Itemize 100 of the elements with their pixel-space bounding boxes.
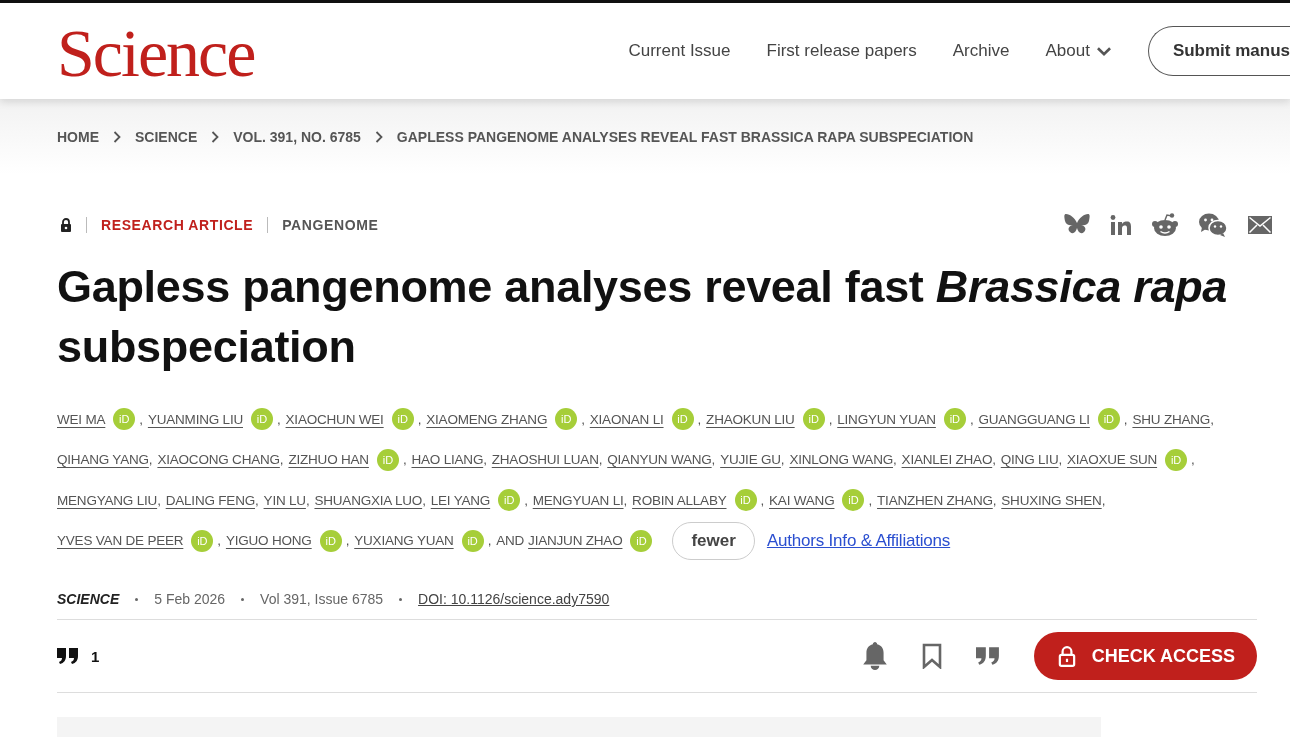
comma-text: , [1123,411,1128,427]
author-link[interactable]: YVES VAN DE PEER [57,533,184,549]
author-link[interactable]: YUANMING LIU [147,411,243,427]
author-link[interactable]: QIANYUN WANG [607,452,712,468]
comma-text: , [217,533,221,549]
chevron-right-icon [211,130,220,143]
butterfly-icon[interactable] [1064,214,1090,236]
author-link[interactable]: QIHANG YANG [57,452,149,468]
comma-text: , [1191,452,1195,468]
comma-text: , [1058,452,1062,468]
comma-text: , [417,411,422,427]
comma-text: , [139,411,143,427]
nav-link[interactable]: About [1045,41,1112,61]
comma-text: , [487,533,492,549]
comma-text: , [305,492,310,508]
journal-name: SCIENCE [57,591,120,607]
author-link[interactable]: LINGYUN YUAN [837,411,936,427]
author-link[interactable]: ROBIN ALLABY [632,492,727,508]
author-link[interactable]: MENGYANG LIU [57,492,158,508]
topic-link[interactable]: PANGENOME [282,217,379,233]
comma-text: , [581,411,585,427]
author-link[interactable]: XIAOCHUN WEI [285,411,384,427]
author-link[interactable]: XIAOMENG ZHANG [426,411,548,427]
comma-text: , [279,452,284,468]
reddit-icon[interactable] [1152,213,1178,237]
authors-info-link[interactable]: Authors Info & Affiliations [766,530,951,551]
author-link[interactable]: XIAOXUE SUN [1067,452,1158,468]
author-link[interactable]: LEI YANG [430,492,491,508]
chevron-down-icon [1095,45,1112,57]
breadcrumb-link[interactable]: VOL. 391, NO. 6785 [233,128,361,145]
author-link[interactable]: GUANGGUANG LI [978,411,1090,427]
author-link[interactable]: YIN LU [263,492,306,508]
comma-text: , [277,411,281,427]
comma-text: , [760,492,765,508]
author-link[interactable]: MENGYUAN LI [532,492,624,508]
comma-text: , [992,492,997,508]
article-type-link[interactable]: RESEARCH ARTICLE [101,217,254,233]
comma-text: , [402,452,407,468]
author-link[interactable]: TIANZHEN ZHANG [877,492,993,508]
author-link[interactable]: ZHAOKUN LIU [706,411,795,427]
chat-bubbles-icon[interactable] [1198,213,1228,237]
fewer-button[interactable]: fewer [672,521,755,560]
author-link[interactable]: DALING FENG [165,492,255,508]
author-link[interactable]: XIAOCONG CHANG [157,452,280,468]
author-link[interactable]: ZIZHUO HAN [288,452,369,468]
volume-issue-text: Vol 391, Issue 6785 [260,591,384,607]
author-link[interactable]: JIANJUN ZHAO [528,533,623,549]
author-link[interactable]: YIGUO HONG [225,533,312,549]
comma-text: , [780,452,785,468]
comma-text: , [1210,411,1214,427]
doi-link[interactable]: DOI: 10.1126/science.ady7590 [418,591,610,607]
author-link[interactable]: KAI WANG [769,492,835,508]
science-logo[interactable]: Science [57,19,255,87]
quote-icon [57,648,79,664]
email-icon[interactable] [1248,216,1272,234]
citation-count: 1 [91,647,100,665]
comma-text: , [992,452,996,468]
linkedin-icon[interactable] [1110,215,1132,235]
article-title: Gapless pangenome analyses reveal fast Brassica rapa subspeciation [57,260,1229,374]
comma-text: , [157,492,161,508]
author-link[interactable]: YUJIE GU [720,452,781,468]
comma-text: , [148,452,153,468]
comma-text: , [524,492,528,508]
comma-text: , [598,452,603,468]
comma-text: , [623,492,628,508]
comma-text: , [1101,492,1106,508]
nav-link[interactable]: First release papers [766,41,917,61]
author-link[interactable]: SHUXING SHEN [1001,492,1102,508]
separator-dot [241,597,245,601]
breadcrumb-link[interactable]: HOME [57,128,99,145]
author-link[interactable]: ZHAOSHUI LUAN [491,452,599,468]
comma-text: , [868,492,873,508]
comma-text: , [483,452,487,468]
separator-dot [399,597,403,601]
nav-link[interactable]: Current Issue [628,41,731,61]
author-link[interactable]: YUXIANG YUAN [354,533,454,549]
publication-date: 5 Feb 2026 [154,591,226,607]
comma-text: , [255,492,259,508]
separator-dot [135,597,139,601]
breadcrumb-link[interactable]: SCIENCE [135,128,198,145]
conjunction-text: AND [496,533,525,549]
quote-icon[interactable] [975,647,1000,665]
author-link[interactable]: XIAONAN LI [589,411,664,427]
check-access-button[interactable]: CHECK ACCESS [1033,632,1257,680]
comma-text: , [969,411,974,427]
bell-icon[interactable] [861,641,888,671]
bookmark-icon[interactable] [921,643,942,669]
author-link[interactable]: XINLONG WANG [789,452,893,468]
comma-text: , [422,492,426,508]
author-link[interactable]: WEI MA [57,411,106,427]
comma-text: , [711,452,716,468]
padlock-icon [1057,645,1076,667]
nav-link[interactable]: Archive [952,41,1010,61]
comma-text: , [697,411,702,427]
comma-text: , [893,452,897,468]
comma-text: , [345,533,350,549]
breadcrumb-link[interactable]: GAPLESS PANGENOME ANALYSES REVEAL FAST BRASSICA RAPA SUBSPECIATION [396,128,974,145]
chevron-right-icon [374,130,383,143]
comma-text: , [828,411,833,427]
submit-manuscript-button[interactable]: Submit manus [1147,26,1290,76]
